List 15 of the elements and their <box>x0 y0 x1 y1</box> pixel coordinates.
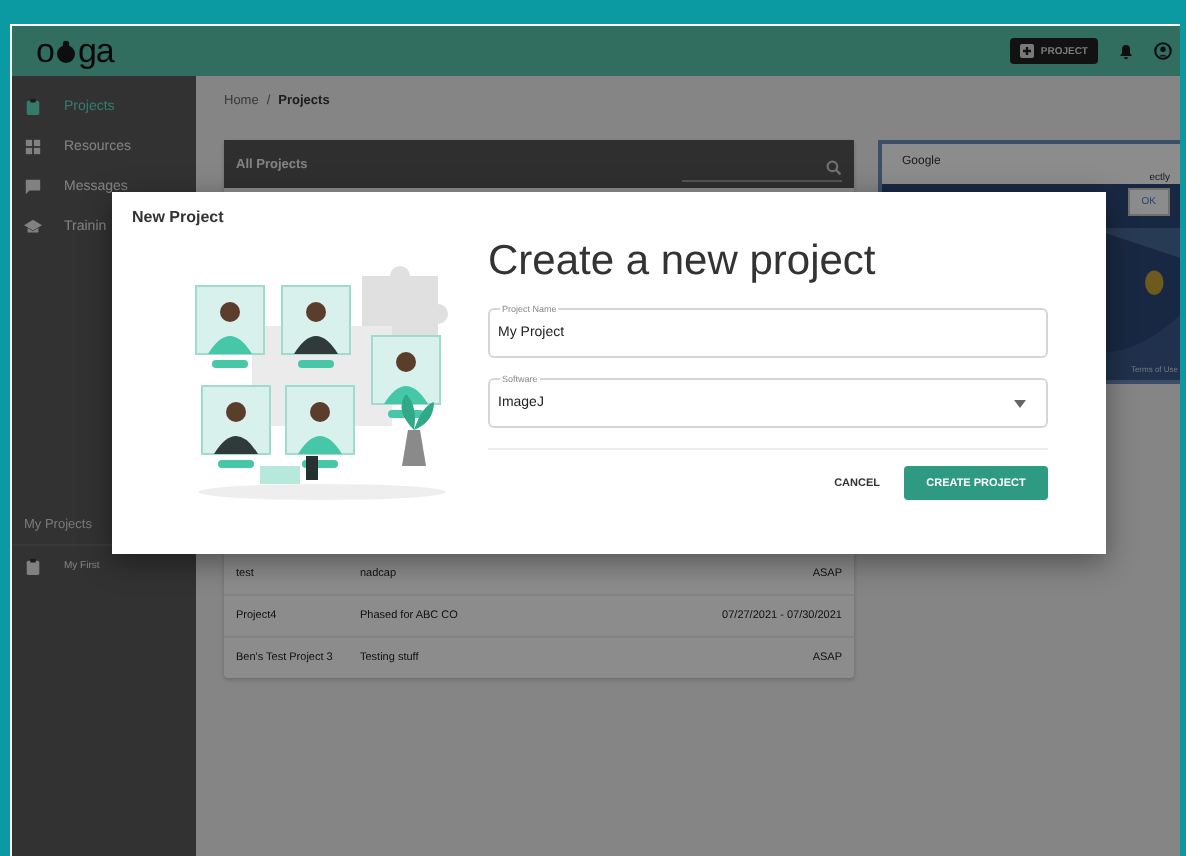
dialog-heading: Create a new project <box>488 238 876 286</box>
dialog-title: New Project <box>132 208 224 226</box>
search-icon <box>826 159 842 175</box>
graduation-cap-icon <box>24 217 42 235</box>
logo-text: ga <box>77 31 114 71</box>
search-field[interactable] <box>682 159 842 181</box>
chat-icon <box>24 177 42 195</box>
bell-icon[interactable] <box>1118 42 1134 60</box>
clipboard-icon <box>24 97 42 115</box>
logo-text: o <box>36 31 54 71</box>
plus-icon <box>1020 44 1035 58</box>
caret-icon <box>1014 399 1026 407</box>
grid-icon <box>24 137 42 155</box>
account-icon[interactable] <box>1154 42 1172 60</box>
clipboard-icon <box>24 557 42 575</box>
